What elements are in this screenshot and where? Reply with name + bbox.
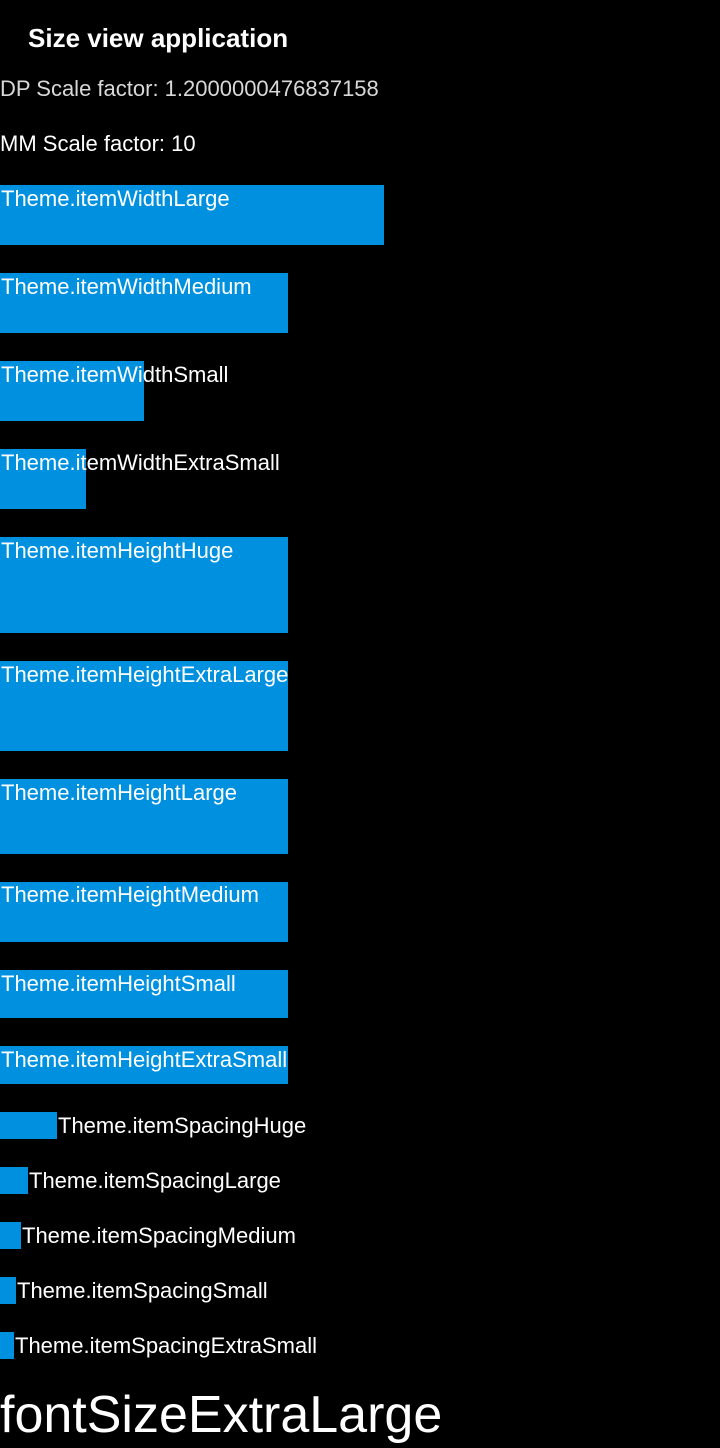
item-spacing-extra-small-label: Theme.itemSpacingExtraSmall bbox=[15, 1333, 318, 1358]
item-width-small-label: Theme.itemWidthSmall bbox=[1, 362, 229, 387]
item-height-huge-label: Theme.itemHeightHuge bbox=[1, 538, 234, 563]
item-spacing-small-label: Theme.itemSpacingSmall bbox=[17, 1278, 268, 1303]
item-width-extra-small-label: Theme.itemWidthExtraSmall bbox=[1, 450, 280, 475]
mm-scale-factor-text: MM Scale factor: 10 bbox=[0, 131, 196, 156]
item-height-extra-large-label: Theme.itemHeightExtraLarge bbox=[1, 662, 289, 687]
item-height-extra-small-label: Theme.itemHeightExtraSmall bbox=[1, 1047, 288, 1072]
item-spacing-large-box bbox=[0, 1167, 28, 1194]
item-width-medium-label: Theme.itemWidthMedium bbox=[1, 274, 252, 299]
item-height-small-label: Theme.itemHeightSmall bbox=[1, 971, 236, 996]
item-spacing-extra-small-box bbox=[0, 1332, 14, 1359]
item-spacing-small-box bbox=[0, 1277, 16, 1304]
item-spacing-large-label: Theme.itemSpacingLarge bbox=[29, 1168, 281, 1193]
item-spacing-medium-label: Theme.itemSpacingMedium bbox=[22, 1223, 296, 1248]
font-size-extra-large-sample: fontSizeExtraLarge bbox=[0, 1386, 443, 1444]
item-width-large-label: Theme.itemWidthLarge bbox=[1, 186, 230, 211]
item-spacing-medium-box bbox=[0, 1222, 21, 1249]
dp-scale-factor-text: DP Scale factor: 1.2000000476837158 bbox=[0, 76, 379, 101]
item-height-medium-label: Theme.itemHeightMedium bbox=[1, 882, 259, 907]
item-spacing-huge-label: Theme.itemSpacingHuge bbox=[58, 1113, 307, 1138]
item-height-large-label: Theme.itemHeightLarge bbox=[1, 780, 238, 805]
item-spacing-huge-box bbox=[0, 1112, 57, 1139]
page-title: Size view application bbox=[28, 23, 289, 53]
